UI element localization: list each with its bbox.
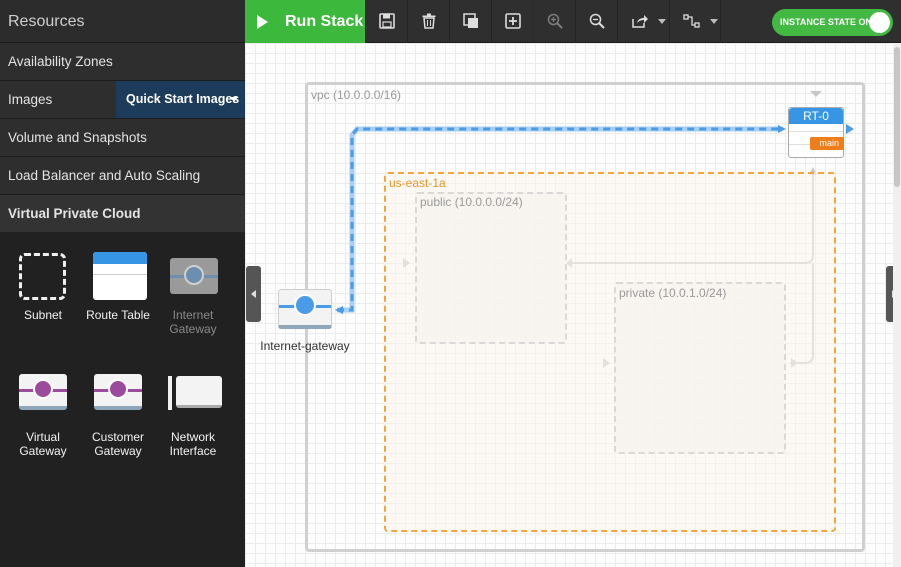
section-label: Volume and Snapshots — [8, 130, 147, 145]
caret-down-icon — [658, 19, 666, 24]
collapse-left-panel-button[interactable] — [246, 266, 261, 322]
route-table-icon — [93, 252, 147, 302]
zoom-in-button[interactable] — [533, 0, 575, 43]
palette-label: Subnet — [23, 308, 63, 322]
plus-box-icon — [505, 13, 521, 29]
duplicate-icon — [463, 13, 478, 28]
duplicate-button[interactable] — [449, 0, 491, 43]
virtual-gateway-icon — [18, 374, 68, 424]
zoom-in-icon — [547, 13, 563, 29]
palette-network-interface[interactable]: Network Interface — [155, 374, 231, 458]
volume-snapshots-section[interactable]: Volume and Snapshots — [0, 119, 245, 157]
design-canvas[interactable]: vpc (10.0.0.0/16) us-east-1a public (10.… — [245, 43, 901, 567]
save-button[interactable] — [365, 0, 407, 43]
quick-start-images-dropdown[interactable]: Quick Start Images — [116, 81, 245, 118]
palette-customer-gateway[interactable]: Customer Gateway — [80, 374, 156, 458]
run-stack-label: Run Stack — [285, 13, 364, 30]
availability-zones-section[interactable]: Availability Zones — [0, 43, 245, 81]
run-stack-button[interactable]: Run Stack — [245, 0, 365, 43]
resources-header: Resources — [0, 0, 245, 43]
private-subnet[interactable] — [614, 282, 786, 454]
subnet-icon — [18, 252, 68, 302]
instance-state-toggle[interactable]: INSTANCE STATE ON — [772, 9, 893, 36]
private-subnet-label: private (10.0.1.0/24) — [619, 286, 727, 300]
export-dropdown[interactable] — [617, 0, 669, 43]
caret-down-icon — [230, 97, 238, 102]
add-button[interactable] — [491, 0, 533, 43]
route-table-node[interactable]: RT-0 main — [788, 107, 844, 158]
load-balancer-section[interactable]: Load Balancer and Auto Scaling — [0, 157, 245, 195]
cloud-icon — [294, 294, 316, 316]
images-section[interactable]: Images Quick Start Images — [0, 81, 245, 119]
customer-gateway-icon — [93, 374, 143, 424]
vertical-scrollbar[interactable] — [893, 43, 901, 567]
vpc-resource-palette: Subnet Route Table Internet Gateway Virt… — [0, 232, 245, 567]
zoom-out-icon — [589, 13, 605, 29]
palette-virtual-gateway[interactable]: Virtual Gateway — [5, 374, 81, 458]
section-label: Availability Zones — [8, 54, 113, 69]
public-subnet[interactable] — [415, 192, 567, 344]
internet-gateway-node[interactable] — [278, 289, 332, 331]
line-style-dropdown[interactable] — [669, 0, 721, 43]
palette-label: Customer Gateway — [91, 430, 144, 458]
palette-label: Internet Gateway — [169, 308, 217, 336]
palette-internet-gateway[interactable]: Internet Gateway — [155, 252, 231, 336]
internet-gateway-icon — [168, 252, 218, 302]
toggle-knob — [869, 12, 890, 33]
chevron-left-icon — [251, 290, 256, 298]
play-icon — [257, 15, 268, 29]
caret-down-icon — [710, 19, 718, 24]
resources-sidebar: Resources Availability Zones Images Quic… — [0, 0, 245, 567]
palette-route-table[interactable]: Route Table — [80, 252, 156, 322]
main-badge: main — [810, 137, 844, 150]
route-table-title: RT-0 — [789, 108, 843, 124]
palette-subnet[interactable]: Subnet — [5, 252, 81, 322]
section-label: Virtual Private Cloud — [8, 206, 141, 221]
network-interface-icon — [168, 374, 222, 424]
instance-state-label: INSTANCE STATE ON — [780, 17, 872, 27]
quick-start-label: Quick Start Images — [126, 92, 240, 106]
palette-label: Network Interface — [169, 430, 217, 458]
share-icon — [632, 15, 648, 28]
connector-style-icon — [683, 14, 700, 28]
virtual-private-cloud-section[interactable]: Virtual Private Cloud — [0, 195, 245, 233]
delete-button[interactable] — [407, 0, 449, 43]
az-label: us-east-1a — [389, 176, 446, 190]
zoom-out-button[interactable] — [575, 0, 617, 43]
scrollbar-thumb[interactable] — [894, 47, 900, 187]
canvas-toolbar: Run Stack INSTANCE STATE ON — [245, 0, 901, 43]
palette-label: Virtual Gateway — [19, 430, 67, 458]
trash-icon — [422, 13, 436, 29]
internet-gateway-label: Internet-gateway — [260, 339, 350, 353]
section-label: Images — [8, 92, 53, 107]
save-icon — [379, 13, 395, 29]
palette-label: Route Table — [86, 308, 150, 322]
section-label: Load Balancer and Auto Scaling — [8, 168, 201, 183]
public-subnet-label: public (10.0.0.0/24) — [420, 195, 523, 209]
vpc-label: vpc (10.0.0.0/16) — [311, 88, 402, 102]
